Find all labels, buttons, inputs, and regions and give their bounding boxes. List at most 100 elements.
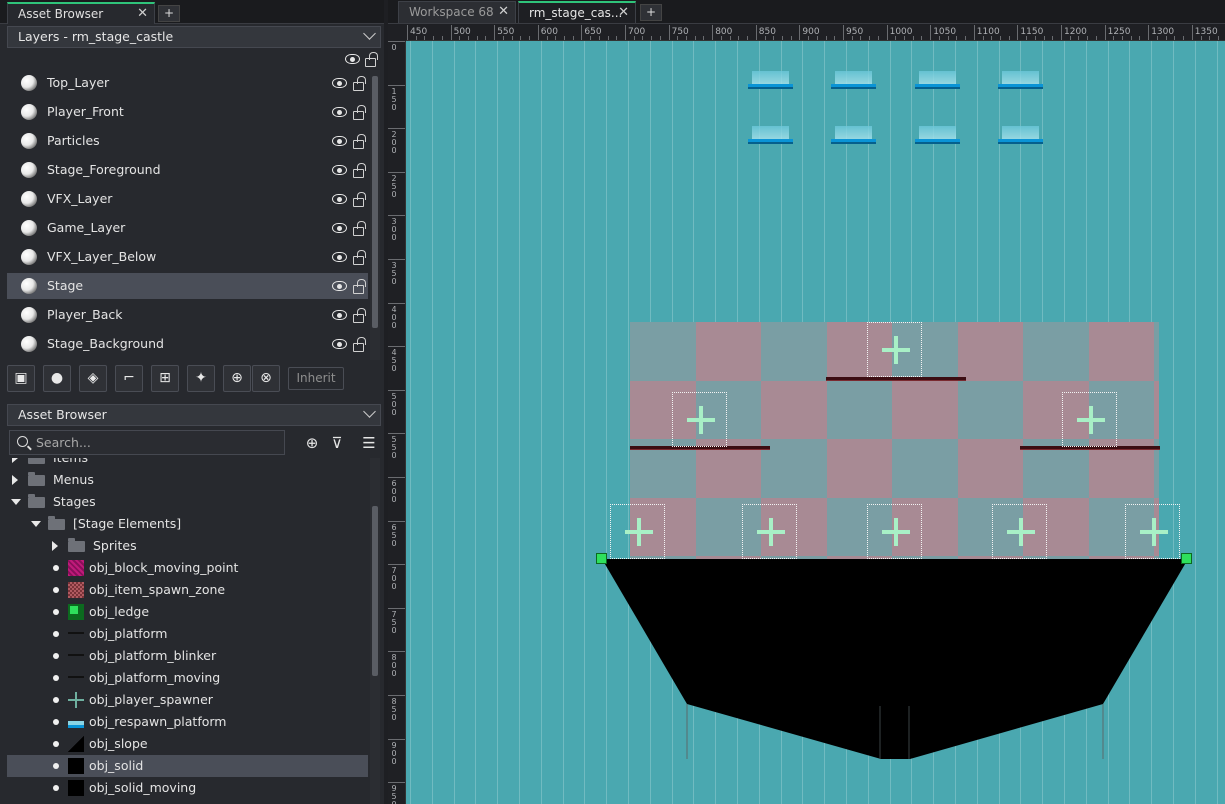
layer-row[interactable]: Player_Back — [7, 302, 368, 328]
layer-row[interactable]: Stage_Foreground — [7, 157, 368, 183]
ruler-minor-tick — [825, 36, 827, 40]
add-background-layer-button[interactable]: ▣ — [7, 365, 35, 392]
tree-item[interactable]: obj_player_spawner — [7, 689, 368, 711]
eye-icon[interactable] — [332, 107, 347, 117]
add-tab-button[interactable]: + — [640, 4, 662, 21]
tree-item[interactable]: obj_platform — [7, 623, 368, 645]
eye-icon[interactable] — [332, 136, 347, 146]
lock-icon[interactable] — [353, 279, 366, 294]
add-tab-button[interactable]: + — [158, 5, 180, 22]
layers-room-dropdown[interactable]: Layers - rm_stage_castle — [7, 26, 381, 48]
ruler-minor-tick — [921, 36, 923, 40]
ruler-minor-tick — [773, 36, 775, 40]
inherit-button[interactable]: Inherit — [288, 367, 344, 390]
chevron-right-icon[interactable] — [12, 458, 18, 463]
solid-stage[interactable] — [406, 41, 1225, 804]
folder-icon — [28, 472, 45, 486]
tree-item[interactable]: obj_solid_moving — [7, 777, 368, 799]
global-visibility-toggle[interactable] — [332, 52, 360, 66]
close-icon[interactable]: ✕ — [137, 4, 148, 24]
layer-row[interactable]: Stage_Background — [7, 331, 368, 357]
layer-row[interactable]: Top_Layer — [7, 70, 368, 96]
delete-layer-button[interactable]: ⊗ — [252, 365, 280, 392]
tree-item[interactable]: obj_block_moving_point — [7, 557, 368, 579]
tree-folder[interactable]: Menus — [7, 469, 368, 491]
add-asset-layer-button[interactable]: ⊞ — [151, 365, 179, 392]
folder-icon — [28, 458, 45, 464]
tab-room[interactable]: rm_stage_cas... ✕ — [518, 1, 636, 23]
asset-browser-dropdown[interactable]: Asset Browser — [7, 404, 381, 426]
chevron-right-icon[interactable] — [12, 475, 18, 485]
eye-icon[interactable] — [332, 223, 347, 233]
add-instance-layer-button[interactable]: ● — [43, 365, 71, 392]
ruler-minor-tick — [651, 36, 653, 40]
eye-icon[interactable] — [332, 281, 347, 291]
ruler-minor-tick — [703, 36, 705, 40]
scrollbar-thumb[interactable] — [372, 506, 378, 676]
tree-item[interactable]: obj_slope — [7, 733, 368, 755]
asset-browser-label: Asset Browser — [18, 407, 107, 422]
add-asset-button[interactable]: ⊕ — [301, 432, 323, 454]
ledge[interactable] — [596, 553, 607, 564]
layer-row[interactable]: Player_Front — [7, 99, 368, 125]
lock-icon[interactable] — [353, 76, 366, 91]
asset-search-box[interactable] — [9, 430, 285, 455]
lock-icon[interactable] — [353, 337, 366, 352]
search-input[interactable] — [36, 434, 276, 451]
tree-item[interactable]: obj_ledge — [7, 601, 368, 623]
tree-folder[interactable]: [Stage Elements] — [7, 513, 368, 535]
lock-icon[interactable] — [353, 105, 366, 120]
lock-icon[interactable] — [353, 192, 366, 207]
tree-folder[interactable]: Sprites — [7, 535, 368, 557]
tab-asset-browser[interactable]: Asset Browser ✕ — [7, 2, 155, 24]
eye-icon[interactable] — [332, 252, 347, 262]
tree-item[interactable]: obj_platform_blinker — [7, 645, 368, 667]
layer-row[interactable]: VFX_Layer_Below — [7, 244, 368, 270]
lock-icon[interactable] — [353, 134, 366, 149]
ruler-minor-tick — [694, 36, 696, 40]
tree-folder[interactable]: Items — [7, 458, 368, 469]
global-lock-toggle[interactable] — [352, 52, 378, 68]
menu-button[interactable]: ☰ — [358, 432, 380, 454]
folder-add-icon: ⊕ — [231, 370, 243, 386]
asset-tree-scrollbar[interactable] — [370, 458, 380, 804]
eye-icon[interactable] — [332, 78, 347, 88]
close-icon[interactable]: ✕ — [498, 2, 509, 22]
layer-row[interactable]: VFX_Layer — [7, 186, 368, 212]
lock-icon[interactable] — [353, 308, 366, 323]
ruler-minor-tick — [912, 36, 914, 40]
tree-item[interactable]: obj_respawn_platform — [7, 711, 368, 733]
tree-folder[interactable]: Stages — [7, 491, 368, 513]
filter-button[interactable]: ⊽ — [326, 432, 348, 454]
chevron-down-icon[interactable] — [31, 521, 41, 527]
add-tile-layer-button[interactable]: ◈ — [79, 365, 107, 392]
layer-row[interactable]: Game_Layer — [7, 215, 368, 241]
add-path-layer-button[interactable]: ⌐ — [115, 365, 143, 392]
chevron-down-icon[interactable] — [11, 499, 21, 505]
layer-row[interactable]: Stage — [7, 273, 368, 299]
scrollbar-thumb[interactable] — [372, 76, 378, 328]
tree-item[interactable]: obj_solid — [7, 755, 368, 777]
lock-icon[interactable] — [353, 221, 366, 236]
eye-icon[interactable] — [332, 339, 347, 349]
lock-icon[interactable] — [353, 250, 366, 265]
tree-item[interactable]: obj_item_spawn_zone — [7, 579, 368, 601]
add-effect-layer-button[interactable]: ✦ — [187, 365, 215, 392]
eye-icon[interactable] — [332, 165, 347, 175]
close-icon[interactable]: ✕ — [618, 3, 629, 23]
add-folder-button[interactable]: ⊕ — [223, 365, 251, 392]
ledge[interactable] — [1181, 553, 1192, 564]
lock-icon[interactable] — [353, 163, 366, 178]
ruler-tick — [388, 564, 405, 566]
ruler-minor-tick — [424, 36, 426, 40]
tree-item[interactable]: obj_platform_moving — [7, 667, 368, 689]
eye-icon[interactable] — [332, 194, 347, 204]
layers-scrollbar[interactable] — [370, 70, 380, 360]
ruler-tick — [625, 25, 626, 40]
layer-row[interactable]: Particles — [7, 128, 368, 154]
tab-workspace[interactable]: Workspace 68 ✕ — [398, 1, 516, 23]
ruler-minor-tick — [808, 36, 810, 40]
room-canvas[interactable] — [406, 41, 1225, 804]
chevron-right-icon[interactable] — [52, 541, 58, 551]
eye-icon[interactable] — [332, 310, 347, 320]
